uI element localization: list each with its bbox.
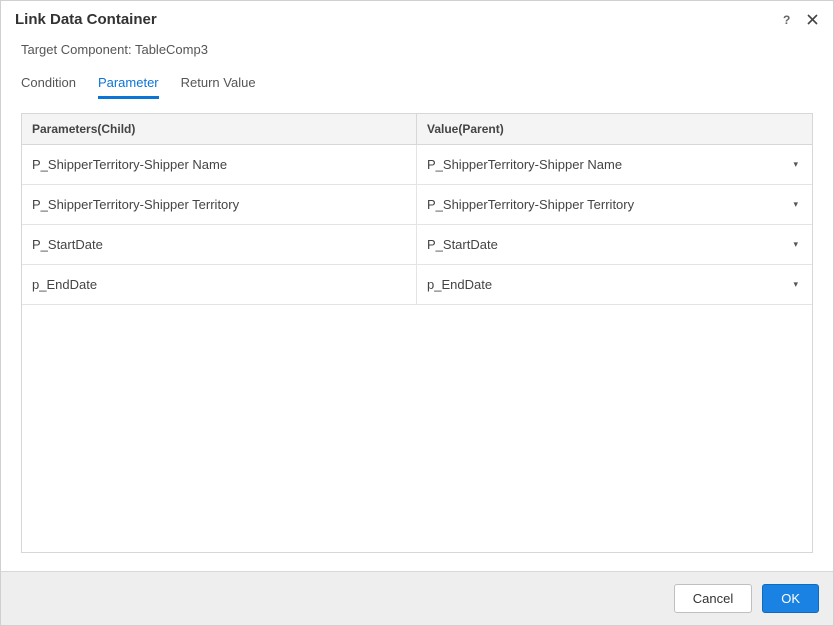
value-cell[interactable]: p_EndDate ▾ xyxy=(417,265,812,304)
value-cell[interactable]: P_StartDate ▾ xyxy=(417,225,812,264)
dialog-title: Link Data Container xyxy=(15,11,157,28)
table-body: P_ShipperTerritory-Shipper Name P_Shippe… xyxy=(22,145,812,552)
cancel-button[interactable]: Cancel xyxy=(674,584,752,613)
table-row: P_ShipperTerritory-Shipper Name P_Shippe… xyxy=(22,145,812,185)
help-icon[interactable]: ? xyxy=(779,13,793,27)
table-header: Parameters(Child) Value(Parent) xyxy=(22,114,812,145)
chevron-down-icon: ▾ xyxy=(793,199,802,210)
value-cell[interactable]: P_ShipperTerritory-Shipper Name ▾ xyxy=(417,145,812,184)
dialog-header-actions: ? xyxy=(779,13,819,27)
tab-condition[interactable]: Condition xyxy=(21,75,76,99)
link-data-container-dialog: Link Data Container ? Target Component: … xyxy=(0,0,834,626)
param-cell: P_ShipperTerritory-Shipper Territory xyxy=(22,185,417,224)
target-component-label: Target Component: xyxy=(21,42,132,57)
value-cell[interactable]: P_ShipperTerritory-Shipper Territory ▾ xyxy=(417,185,812,224)
tabs: Condition Parameter Return Value xyxy=(21,75,813,99)
dialog-body: Target Component: TableComp3 Condition P… xyxy=(1,36,833,571)
param-cell: P_ShipperTerritory-Shipper Name xyxy=(22,145,417,184)
parameters-table: Parameters(Child) Value(Parent) P_Shippe… xyxy=(21,113,813,553)
column-header-parameters: Parameters(Child) xyxy=(22,114,417,144)
dialog-header: Link Data Container ? xyxy=(1,1,833,36)
table-row: p_EndDate p_EndDate ▾ xyxy=(22,265,812,305)
param-cell: P_StartDate xyxy=(22,225,417,264)
svg-text:?: ? xyxy=(783,14,790,26)
tab-return-value[interactable]: Return Value xyxy=(181,75,256,99)
value-text: P_StartDate xyxy=(427,237,498,252)
table-row: P_StartDate P_StartDate ▾ xyxy=(22,225,812,265)
value-text: p_EndDate xyxy=(427,277,492,292)
chevron-down-icon: ▾ xyxy=(793,279,802,290)
param-cell: p_EndDate xyxy=(22,265,417,304)
value-text: P_ShipperTerritory-Shipper Name xyxy=(427,157,622,172)
chevron-down-icon: ▾ xyxy=(793,159,802,170)
tab-parameter[interactable]: Parameter xyxy=(98,75,159,99)
ok-button[interactable]: OK xyxy=(762,584,819,613)
table-row: P_ShipperTerritory-Shipper Territory P_S… xyxy=(22,185,812,225)
value-text: P_ShipperTerritory-Shipper Territory xyxy=(427,197,634,212)
chevron-down-icon: ▾ xyxy=(793,239,802,250)
target-component-value: TableComp3 xyxy=(135,42,208,57)
close-icon[interactable] xyxy=(805,13,819,27)
column-header-value: Value(Parent) xyxy=(417,114,812,144)
target-component-line: Target Component: TableComp3 xyxy=(21,42,813,57)
dialog-footer: Cancel OK xyxy=(1,571,833,625)
